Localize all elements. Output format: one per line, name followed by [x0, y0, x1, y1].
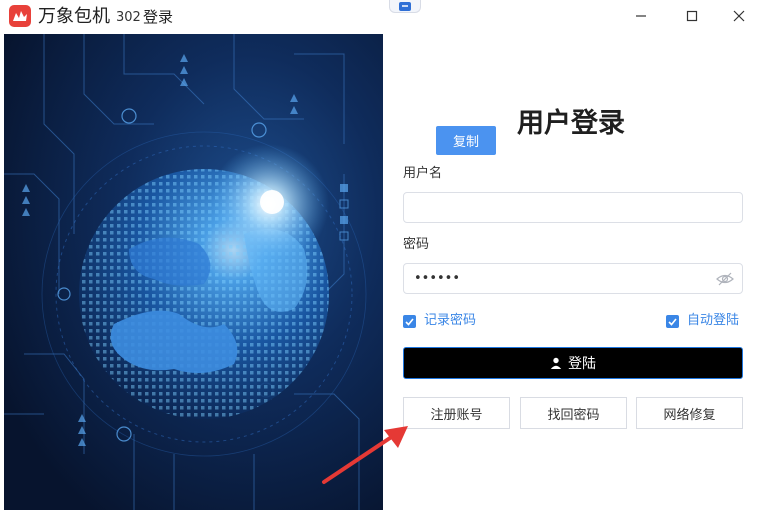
app-name: 万象包机: [38, 6, 110, 27]
login-button[interactable]: 登陆: [403, 347, 743, 379]
register-account-button[interactable]: 注册账号: [403, 397, 510, 429]
minimize-button[interactable]: [619, 0, 663, 32]
close-button[interactable]: [717, 0, 761, 32]
app-version: 302: [116, 10, 141, 25]
remember-password-checkbox[interactable]: [403, 315, 416, 328]
password-label: 密码: [403, 237, 430, 252]
red-arrow-annotation: [322, 426, 408, 484]
recover-password-button[interactable]: 找回密码: [520, 397, 627, 429]
auto-login-label[interactable]: 自动登陆: [687, 313, 739, 329]
copy-button[interactable]: 复制: [436, 126, 496, 155]
translate-widget-icon[interactable]: [389, 0, 421, 13]
remember-password-label[interactable]: 记录密码: [424, 313, 476, 329]
title-bar: 万象包机 302 登录: [0, 0, 775, 34]
app-logo-icon: [9, 5, 31, 27]
maximize-button[interactable]: [670, 0, 714, 32]
user-icon: [550, 357, 562, 369]
username-input[interactable]: [403, 192, 743, 223]
password-input[interactable]: [403, 263, 743, 294]
checkmark-icon: [668, 317, 677, 326]
login-title: 用户登录: [517, 108, 625, 139]
auto-login-checkbox[interactable]: [666, 315, 679, 328]
close-icon: [733, 10, 745, 22]
username-label: 用户名: [403, 166, 443, 181]
eye-hidden-icon[interactable]: [716, 271, 734, 287]
network-repair-button[interactable]: 网络修复: [636, 397, 743, 429]
window-subtitle: 登录: [143, 8, 174, 26]
login-button-label: 登陆: [568, 356, 596, 372]
minimize-icon: [636, 15, 646, 17]
checkmark-icon: [405, 317, 414, 326]
maximize-icon: [686, 10, 698, 22]
